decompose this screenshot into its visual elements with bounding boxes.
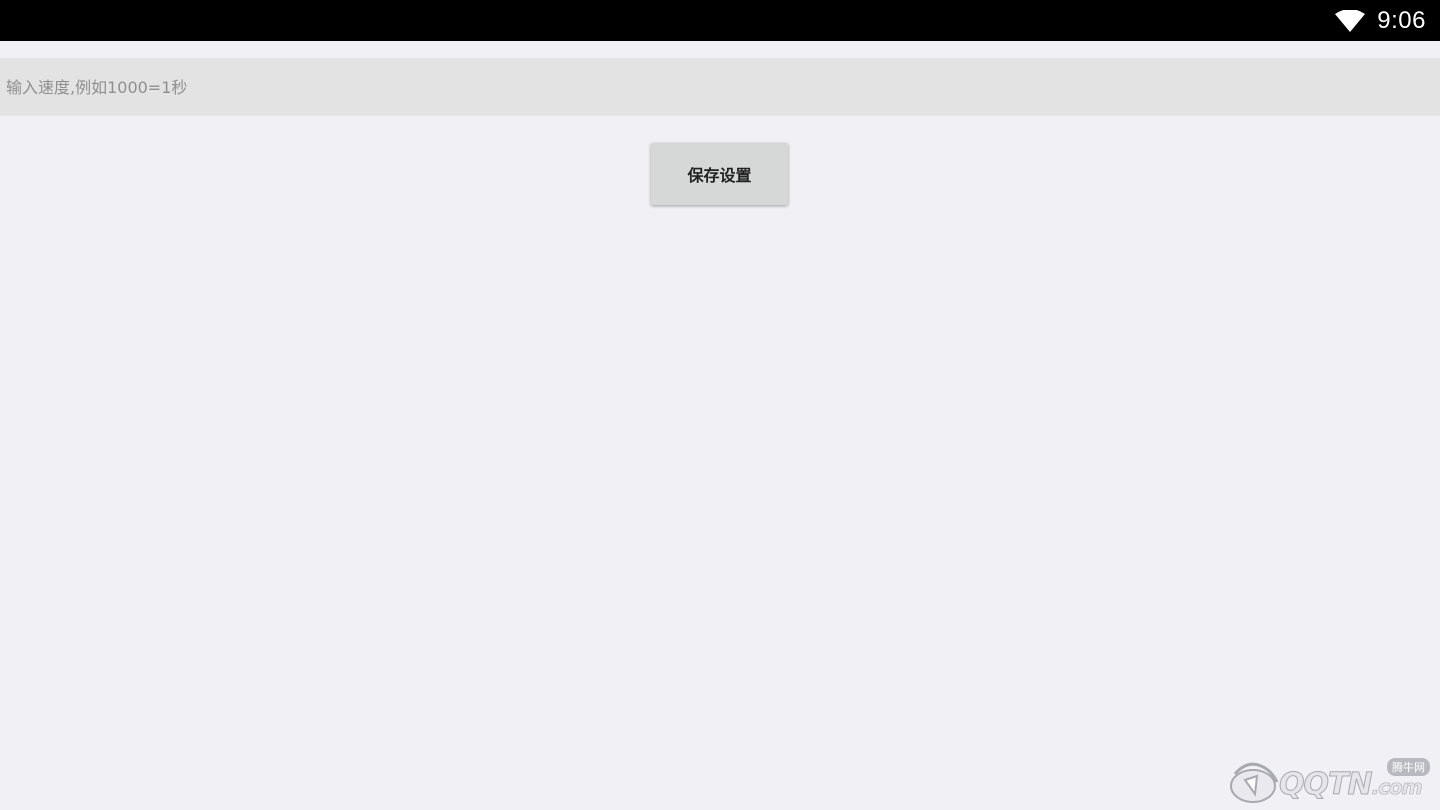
watermark: QQTN.com 腾牛网 — [1227, 756, 1432, 806]
watermark-site-name: QQTN — [1279, 767, 1374, 802]
status-bar: 9:06 — [0, 0, 1440, 41]
watermark-logo-icon — [1230, 762, 1279, 803]
speed-input[interactable] — [0, 58, 1440, 116]
status-icons: 9:06 — [1335, 0, 1426, 41]
watermark-domain-suffix: .com — [1371, 775, 1423, 799]
speed-input-container — [0, 58, 1440, 116]
wifi-icon — [1335, 9, 1366, 32]
watermark-cn-name: 腾牛网 — [1387, 758, 1430, 776]
save-settings-button[interactable]: 保存设置 — [651, 143, 788, 205]
status-clock: 9:06 — [1377, 6, 1426, 34]
